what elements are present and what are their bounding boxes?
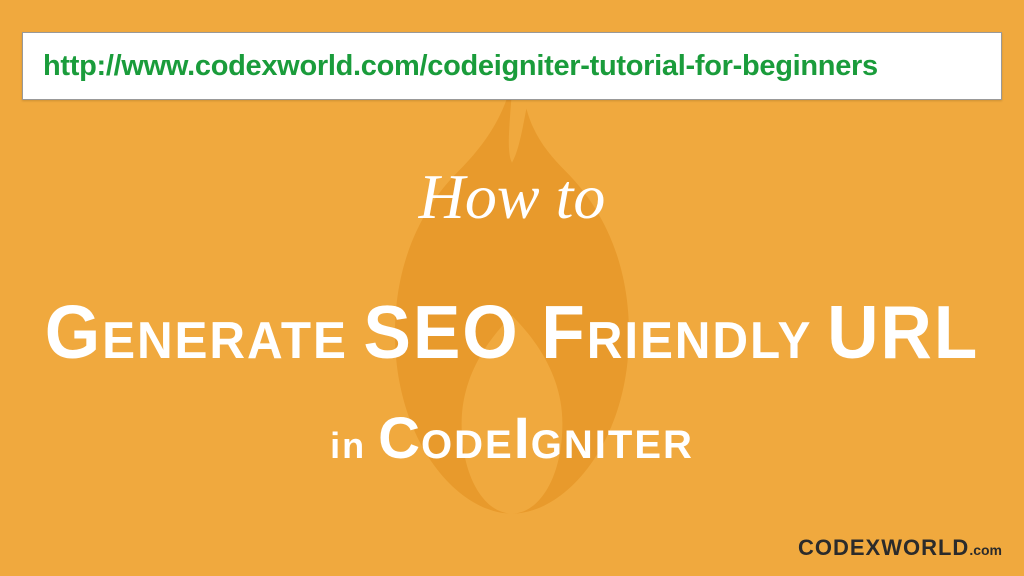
brand-logo: CODEXWORLD.com <box>798 535 1002 561</box>
headline-enerate: enerate <box>102 312 363 370</box>
brand-x: X <box>866 535 882 560</box>
sub-c: C <box>378 406 421 471</box>
url-address-bar: http://www.codexworld.com/codeigniter-tu… <box>22 32 1002 100</box>
brand-code: CODE <box>798 535 866 560</box>
headline-g: G <box>45 290 102 374</box>
headline: Generate SEO Friendly URL <box>26 289 999 375</box>
subline: in CodeIgniter <box>0 405 1024 472</box>
headline-f: F <box>541 290 586 374</box>
url-text: http://www.codexworld.com/codeigniter-tu… <box>43 50 878 83</box>
main-content: How to Generate SEO Friendly URL in Code… <box>0 160 1024 472</box>
howto-text: How to <box>0 160 1024 234</box>
sub-in: in <box>330 425 378 466</box>
sub-ode: ode <box>421 423 514 467</box>
brand-world: WORLD <box>881 535 969 560</box>
sub-gniter: gniter <box>531 423 694 467</box>
headline-seo: SEO <box>363 290 541 374</box>
brand-com: .com <box>969 542 1002 558</box>
sub-i: I <box>514 406 531 471</box>
headline-url: URL <box>827 290 979 374</box>
headline-riendly: riendly <box>587 312 827 370</box>
